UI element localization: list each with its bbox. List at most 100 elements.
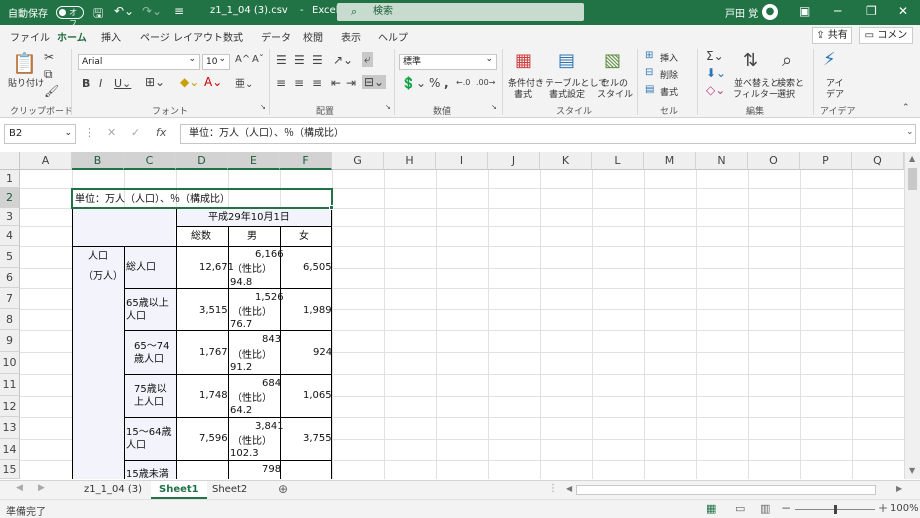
tab-page-layout[interactable]: ページ レイアウト <box>140 29 223 44</box>
enter-icon[interactable]: ✓ <box>131 126 140 139</box>
row-header[interactable]: 10 <box>0 352 20 374</box>
cancel-icon[interactable]: ✕ <box>107 126 116 139</box>
tab-file[interactable]: ファイル <box>10 29 50 44</box>
fill-handle[interactable] <box>329 205 334 210</box>
column-header[interactable]: J <box>488 152 540 170</box>
tab-view[interactable]: 表示 <box>341 29 361 44</box>
zoom-slider-thumb[interactable] <box>834 505 837 514</box>
zoom-level[interactable]: 100% <box>890 503 919 514</box>
font-color-icon[interactable]: A⌄ <box>204 75 222 89</box>
conditional-format-line2[interactable]: 書式 <box>514 87 532 100</box>
close-icon[interactable]: ✕ <box>898 4 908 18</box>
restore-icon[interactable]: ❐ <box>866 4 877 18</box>
comment-button[interactable]: ▭ コメント <box>859 27 913 56</box>
row-header[interactable]: 3 <box>0 208 20 226</box>
format-cells-label[interactable]: 書式 <box>660 85 678 98</box>
comma-style-icon[interactable]: , <box>444 76 449 90</box>
decrease-font-icon[interactable]: Aˇ <box>252 54 264 65</box>
merge-center-icon[interactable]: ⊟⌄ <box>362 75 387 89</box>
row-header[interactable]: 5 <box>0 246 20 268</box>
scroll-down-icon[interactable]: ▼ <box>909 466 915 475</box>
row-header[interactable]: 4 <box>0 226 20 246</box>
column-header[interactable]: P <box>800 152 852 170</box>
number-format-dropdown[interactable]: 標準 <box>399 52 497 70</box>
horizontal-scroll-thumb[interactable] <box>576 485 876 495</box>
autosum-icon[interactable]: Σ⌄ <box>706 49 724 63</box>
column-header[interactable]: N <box>696 152 748 170</box>
minimize-icon[interactable]: ─ <box>834 4 841 18</box>
align-center-icon[interactable]: ≡ <box>294 76 304 90</box>
conditional-format-icon[interactable]: ▦ <box>515 50 532 71</box>
column-header[interactable]: L <box>592 152 644 170</box>
paste-label[interactable]: 貼り付け <box>8 76 44 89</box>
row-header[interactable]: 11 <box>0 374 20 396</box>
row-header[interactable]: 2 <box>0 188 20 208</box>
column-header[interactable]: K <box>540 152 592 170</box>
zoom-out-icon[interactable]: − <box>781 501 791 515</box>
italic-icon[interactable]: I <box>99 77 102 90</box>
customize-icon[interactable]: ≡ <box>174 4 184 18</box>
number-dialog-icon[interactable]: ↘ <box>491 103 497 111</box>
add-sheet-icon[interactable]: ⊕ <box>278 482 288 496</box>
format-cells-icon[interactable]: ▤ <box>645 84 654 95</box>
share-button[interactable]: ⇪ 共有 <box>812 27 852 44</box>
find-select-line2[interactable]: 選択 <box>777 87 795 100</box>
row-header[interactable]: 1 <box>0 170 20 188</box>
row-header[interactable]: 15 <box>0 460 20 479</box>
next-sheet-icon[interactable]: ▶ <box>38 483 45 493</box>
vertical-scroll-thumb[interactable] <box>908 168 917 190</box>
format-painter-icon[interactable]: 🖌 <box>44 84 59 98</box>
font-dialog-icon[interactable]: ↘ <box>260 103 266 111</box>
sort-filter-line2[interactable]: フィルター <box>733 87 778 100</box>
clear-icon[interactable]: ◇⌄ <box>706 83 725 97</box>
avatar[interactable]: ● <box>762 4 778 20</box>
column-header[interactable]: A <box>20 152 72 170</box>
underline-icon[interactable]: U⌄ <box>114 77 131 90</box>
tab-insert[interactable]: 挿入 <box>101 29 121 44</box>
zoom-in-icon[interactable]: + <box>878 501 888 515</box>
prev-sheet-icon[interactable]: ◀ <box>16 483 23 493</box>
select-all-corner[interactable] <box>0 152 20 170</box>
collapse-ribbon-icon[interactable]: ⌃ <box>902 103 910 113</box>
name-box[interactable]: B2 ⌄ <box>4 124 76 144</box>
delete-cells-icon[interactable]: ⊟ <box>645 67 653 78</box>
column-header[interactable]: B <box>72 152 124 170</box>
tab-help[interactable]: ヘルプ <box>378 29 408 44</box>
more-options-icon[interactable]: ⋮ <box>84 126 95 139</box>
column-header[interactable]: M <box>644 152 696 170</box>
scroll-right-icon[interactable]: ▶ <box>896 484 902 493</box>
page-layout-view-icon[interactable]: ▭ <box>735 502 745 515</box>
insert-cells-icon[interactable]: ⊞ <box>645 50 653 61</box>
row-header[interactable]: 12 <box>0 396 20 417</box>
phonetic-icon[interactable]: 亜⌄ <box>235 75 253 90</box>
cell-styles-line2[interactable]: スタイル <box>597 87 633 100</box>
row-header[interactable]: 9 <box>0 330 20 352</box>
search-box[interactable]: ⌕ 検索 <box>337 3 584 21</box>
vertical-scrollbar[interactable]: ▲ ▼ <box>904 152 920 479</box>
worksheet-grid[interactable]: A B C D E F G H I J K L M N O P Q 1 2 3 … <box>0 152 904 479</box>
column-header[interactable]: Q <box>852 152 904 170</box>
row-header[interactable]: 14 <box>0 439 20 460</box>
sort-filter-icon[interactable]: ⇅ <box>743 50 758 71</box>
find-select-icon[interactable]: ⌕ <box>782 50 792 71</box>
column-header[interactable]: E <box>228 152 280 170</box>
paste-icon[interactable]: 📋 <box>12 51 37 75</box>
page-break-view-icon[interactable]: ▥ <box>760 502 770 515</box>
delete-cells-label[interactable]: 削除 <box>660 68 678 81</box>
cell-styles-icon[interactable]: ▧ <box>604 50 621 71</box>
undo-icon[interactable]: ↶⌄ <box>114 4 134 18</box>
accounting-format-icon[interactable]: 💲⌄ <box>401 76 426 90</box>
column-header[interactable]: O <box>748 152 800 170</box>
align-top-icon[interactable]: ☰ <box>276 53 287 67</box>
redo-icon[interactable]: ↷⌄ <box>142 4 162 18</box>
decrease-indent-icon[interactable]: ⇤ <box>331 76 341 90</box>
decrease-decimal-icon[interactable]: .00→ <box>476 78 495 87</box>
align-bottom-icon[interactable]: ☰ <box>312 53 323 67</box>
column-header[interactable]: D <box>176 152 228 170</box>
column-header[interactable]: I <box>436 152 488 170</box>
row-header[interactable]: 8 <box>0 309 20 330</box>
align-right-icon[interactable]: ≡ <box>312 76 322 90</box>
font-name-dropdown[interactable]: Arial <box>78 52 200 70</box>
align-left-icon[interactable]: ≡ <box>276 76 286 90</box>
column-header[interactable]: H <box>384 152 436 170</box>
